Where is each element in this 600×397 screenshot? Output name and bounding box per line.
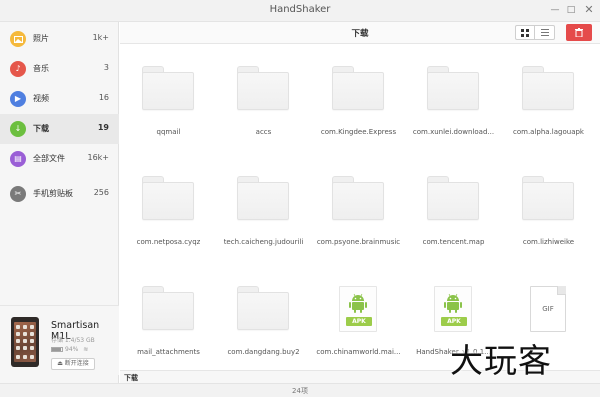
trash-icon [575,28,583,38]
file-name: accs [255,128,272,136]
video-icon: ▶ [10,91,26,107]
folder-icon [522,66,574,110]
list-view-icon [540,29,549,36]
file-grid: qqmail accs com.Kingdee.Express com.xunlei.… [120,44,600,370]
sidebar-item-label: 照片 [33,34,49,43]
delete-button[interactable] [566,24,592,41]
file-name: com.Kingdee.Express [320,128,397,136]
file-name: com.psyone.brainmusic [316,238,401,246]
folder-icon [332,66,384,110]
sidebar-item-clipboard[interactable]: ✂ 手机剪贴板 256 [0,179,119,209]
file-item[interactable]: com.xunlei.download... [406,44,501,144]
apk-file-icon: APK [339,286,377,332]
sidebar-item-music[interactable]: ♪ 音乐 3 [0,54,119,84]
sidebar-item-count: 256 [93,188,109,197]
folder-icon [332,176,384,220]
music-icon: ♪ [10,61,26,77]
list-view-button[interactable] [535,25,555,40]
folder-icon [237,66,289,110]
file-name: com.chinamworld.mai... [316,348,401,356]
file-name: com.lizhiweike [522,238,575,246]
maximize-button[interactable]: □ [564,3,578,17]
folder-icon [142,66,194,110]
sidebar-item-label: 音乐 [33,64,49,73]
folder-icon [237,176,289,220]
title-bar: HandShaker — □ ✕ [0,0,600,22]
apk-tag: APK [441,317,467,326]
close-button[interactable]: ✕ [582,3,596,17]
toolbar: 下载 [120,22,600,44]
file-item[interactable]: com.netposa.cyqz [121,154,216,254]
sidebar-item-label: 手机剪贴板 [33,189,73,198]
battery-icon [51,347,63,352]
file-item[interactable]: com.lizhiweike [501,154,596,254]
sidebar-item-label: 视频 [33,94,49,103]
footer: 24项 [0,383,600,397]
file-name: tech.caicheng.judourili [223,238,304,246]
file-item[interactable]: com.tencent.map [406,154,501,254]
clipboard-icon: ✂ [10,186,26,202]
sidebar-item-count: 1k+ [92,33,109,42]
sidebar-item-count: 19 [97,123,109,132]
file-item[interactable]: com.Kingdee.Express [311,44,406,144]
battery-percent: 94% [65,346,79,353]
photo-icon [10,31,26,47]
file-name: com.dangdang.buy2 [227,348,300,356]
sidebar-item-count: 16k+ [87,153,109,162]
sidebar-item-count: 16 [98,93,109,102]
file-item[interactable]: accs [216,44,311,144]
sidebar-item-video[interactable]: ▶ 视频 16 [0,84,119,114]
file-item[interactable]: com.dangdang.buy2 [216,264,311,364]
gif-file-icon: GIF [530,286,566,332]
all-files-icon: ▤ [10,151,26,167]
sidebar-item-count: 3 [103,63,109,72]
folder-icon [427,66,479,110]
file-name: com.alpha.lagouapk [513,128,584,136]
sidebar: 照片 1k+ ♪ 音乐 3 ▶ 视频 16 ↓ 下载 19 ▤ 全部文件 16k… [0,22,119,397]
disconnect-button[interactable]: ⏏ 断开连接 [51,358,95,370]
sidebar-item-label: 下载 [33,124,49,133]
file-name: qqmail [156,128,181,136]
window-title: HandShaker [269,4,331,15]
file-name: com.netposa.cyqz [136,238,201,246]
sidebar-item-all-files[interactable]: ▤ 全部文件 16k+ [0,144,119,174]
folder-icon [427,176,479,220]
grid-view-button[interactable] [515,25,535,40]
file-name: com.xunlei.download... [412,128,495,136]
sidebar-item-photos[interactable]: 照片 1k+ [0,24,119,54]
wifi-icon: ≋ [83,346,89,353]
file-item[interactable]: qqmail [121,44,216,144]
apk-file-icon: APK [434,286,472,332]
folder-icon [237,286,289,330]
grid-view-icon [521,29,529,37]
device-battery: 94% ≋ [51,346,88,353]
file-item[interactable]: mail_attachments [121,264,216,364]
item-count: 24项 [292,387,308,395]
file-item[interactable]: APK com.chinamworld.mai... [311,264,406,364]
file-item[interactable]: com.alpha.lagouapk [501,44,596,144]
status-path: 下载 [124,374,138,382]
phone-image [11,317,39,367]
file-item[interactable]: com.psyone.brainmusic [311,154,406,254]
sidebar-item-label: 全部文件 [33,154,65,163]
file-name: mail_attachments [137,348,200,356]
folder-icon [142,286,194,330]
disconnect-icon: ⏏ [57,360,63,367]
sidebar-item-downloads[interactable]: ↓ 下载 19 [0,114,119,144]
apk-tag: APK [346,317,372,326]
device-storage: 存储 1.4/53 GB [51,337,95,344]
watermark: 大玩客 [450,341,552,380]
disconnect-label: 断开连接 [64,360,89,367]
folder-icon [522,176,574,220]
device-panel: Smartisan M1L 存储 1.4/53 GB 94% ≋ ⏏ 断开连接 [0,305,119,375]
gif-tag: GIF [542,305,554,313]
minimize-button[interactable]: — [548,3,562,17]
folder-icon [142,176,194,220]
file-item[interactable]: tech.caicheng.judourili [216,154,311,254]
file-name: com.tencent.map [422,238,485,246]
download-icon: ↓ [10,121,26,137]
